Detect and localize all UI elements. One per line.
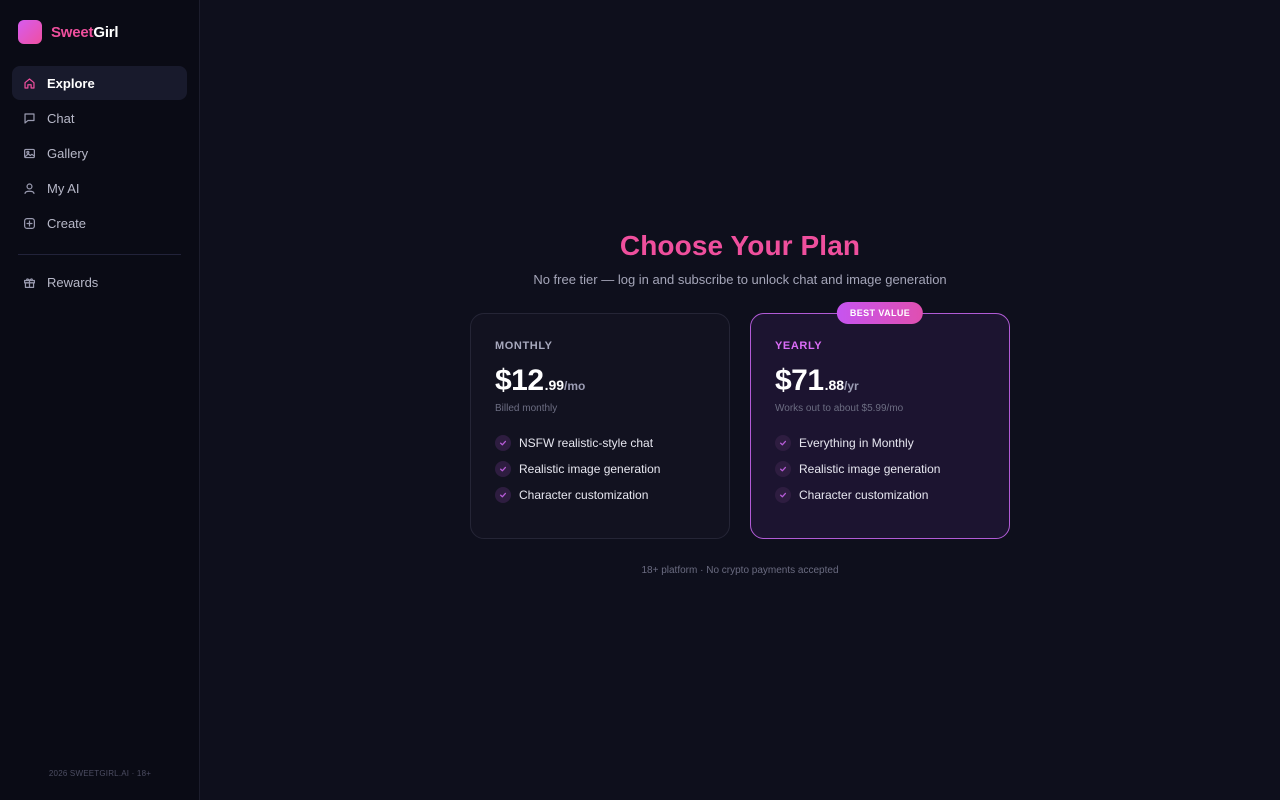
sidebar: SweetGirl Explore Chat Gallery My AI Cre… bbox=[0, 0, 200, 800]
page-subtitle: No free tier — log in and subscribe to u… bbox=[533, 272, 947, 287]
plan-name: YEARLY bbox=[775, 340, 823, 352]
page-footnote: 18+ platform · No crypto payments accept… bbox=[641, 565, 839, 576]
brand-logo-icon bbox=[18, 20, 42, 44]
sidebar-item-label: Rewards bbox=[47, 274, 99, 290]
sidebar-item-label: My AI bbox=[47, 180, 80, 196]
sidebar-footer: 2026 SWEETGIRL.AI · 18+ bbox=[48, 769, 152, 778]
sidebar-item-chat[interactable]: Chat bbox=[12, 101, 187, 135]
brand-name: SweetGirl bbox=[51, 23, 119, 41]
pricing-section: Choose Your Plan No free tier — log in a… bbox=[470, 228, 1010, 576]
page-title: Choose Your Plan bbox=[619, 230, 861, 261]
chat-bubble-icon bbox=[23, 112, 36, 125]
feature-item: Realistic image generation bbox=[495, 456, 705, 482]
price-whole: $71 bbox=[775, 364, 824, 397]
plan-billing-note: Works out to about $5.99/mo bbox=[775, 403, 904, 414]
sidebar-item-gallery[interactable]: Gallery bbox=[12, 136, 187, 170]
feature-list: NSFW realistic-style chat Realistic imag… bbox=[495, 430, 705, 508]
price-period: /mo bbox=[564, 379, 586, 393]
main-content: Choose Your Plan No free tier — log in a… bbox=[200, 0, 1280, 800]
plan-billing-note: Billed monthly bbox=[495, 403, 558, 414]
feature-item: Realistic image generation bbox=[775, 456, 985, 482]
sidebar-divider bbox=[18, 254, 181, 255]
price-cents: .99 bbox=[544, 377, 565, 393]
check-icon bbox=[775, 461, 791, 477]
plan-card-yearly[interactable]: BEST VALUE YEARLY $71.88/yr Works out to… bbox=[750, 302, 1010, 539]
check-icon bbox=[775, 487, 791, 503]
check-icon bbox=[495, 461, 511, 477]
feature-label: Character customization bbox=[799, 488, 929, 502]
user-icon bbox=[23, 182, 36, 195]
brand[interactable]: SweetGirl bbox=[12, 0, 187, 64]
price-period: /yr bbox=[844, 379, 859, 393]
brand-name-part2: Girl bbox=[93, 23, 119, 41]
sidebar-item-label: Explore bbox=[47, 75, 95, 91]
sidebar-item-create[interactable]: Create bbox=[12, 206, 187, 240]
feature-item: Character customization bbox=[775, 482, 985, 508]
feature-label: Realistic image generation bbox=[799, 462, 941, 476]
price-cents: .88 bbox=[824, 377, 845, 393]
feature-label: Everything in Monthly bbox=[799, 436, 914, 450]
feature-label: Realistic image generation bbox=[519, 462, 661, 476]
sidebar-item-explore[interactable]: Explore bbox=[12, 66, 187, 100]
app-root: SweetGirl Explore Chat Gallery My AI Cre… bbox=[0, 0, 1280, 800]
plan-card-monthly[interactable]: MONTHLY $12.99/mo Billed monthly NSFW re… bbox=[470, 313, 730, 539]
best-value-badge: BEST VALUE bbox=[836, 302, 924, 324]
check-icon bbox=[495, 435, 511, 451]
feature-item: Everything in Monthly bbox=[775, 430, 985, 456]
sidebar-nav: Explore Chat Gallery My AI Create Reward… bbox=[12, 66, 187, 299]
home-icon bbox=[23, 77, 36, 90]
check-icon bbox=[495, 487, 511, 503]
feature-list: Everything in Monthly Realistic image ge… bbox=[775, 430, 985, 508]
plan-price: $71.88/yr bbox=[775, 364, 985, 398]
sidebar-item-label: Create bbox=[47, 215, 87, 231]
feature-label: NSFW realistic-style chat bbox=[519, 436, 654, 450]
plus-square-icon bbox=[23, 217, 36, 230]
feature-item: NSFW realistic-style chat bbox=[495, 430, 705, 456]
sidebar-item-label: Gallery bbox=[47, 145, 89, 161]
plan-price: $12.99/mo bbox=[495, 364, 705, 398]
feature-item: Character customization bbox=[495, 482, 705, 508]
brand-name-part1: Sweet bbox=[51, 23, 94, 41]
price-whole: $12 bbox=[495, 364, 544, 397]
feature-label: Character customization bbox=[519, 488, 649, 502]
plans-container: MONTHLY $12.99/mo Billed monthly NSFW re… bbox=[470, 302, 1010, 539]
sidebar-item-my-ai[interactable]: My AI bbox=[12, 171, 187, 205]
image-icon bbox=[23, 147, 36, 160]
plan-name: MONTHLY bbox=[495, 340, 553, 352]
gift-icon bbox=[23, 276, 36, 289]
sidebar-item-label: Chat bbox=[47, 110, 75, 126]
sidebar-item-rewards[interactable]: Rewards bbox=[12, 265, 187, 299]
check-icon bbox=[775, 435, 791, 451]
